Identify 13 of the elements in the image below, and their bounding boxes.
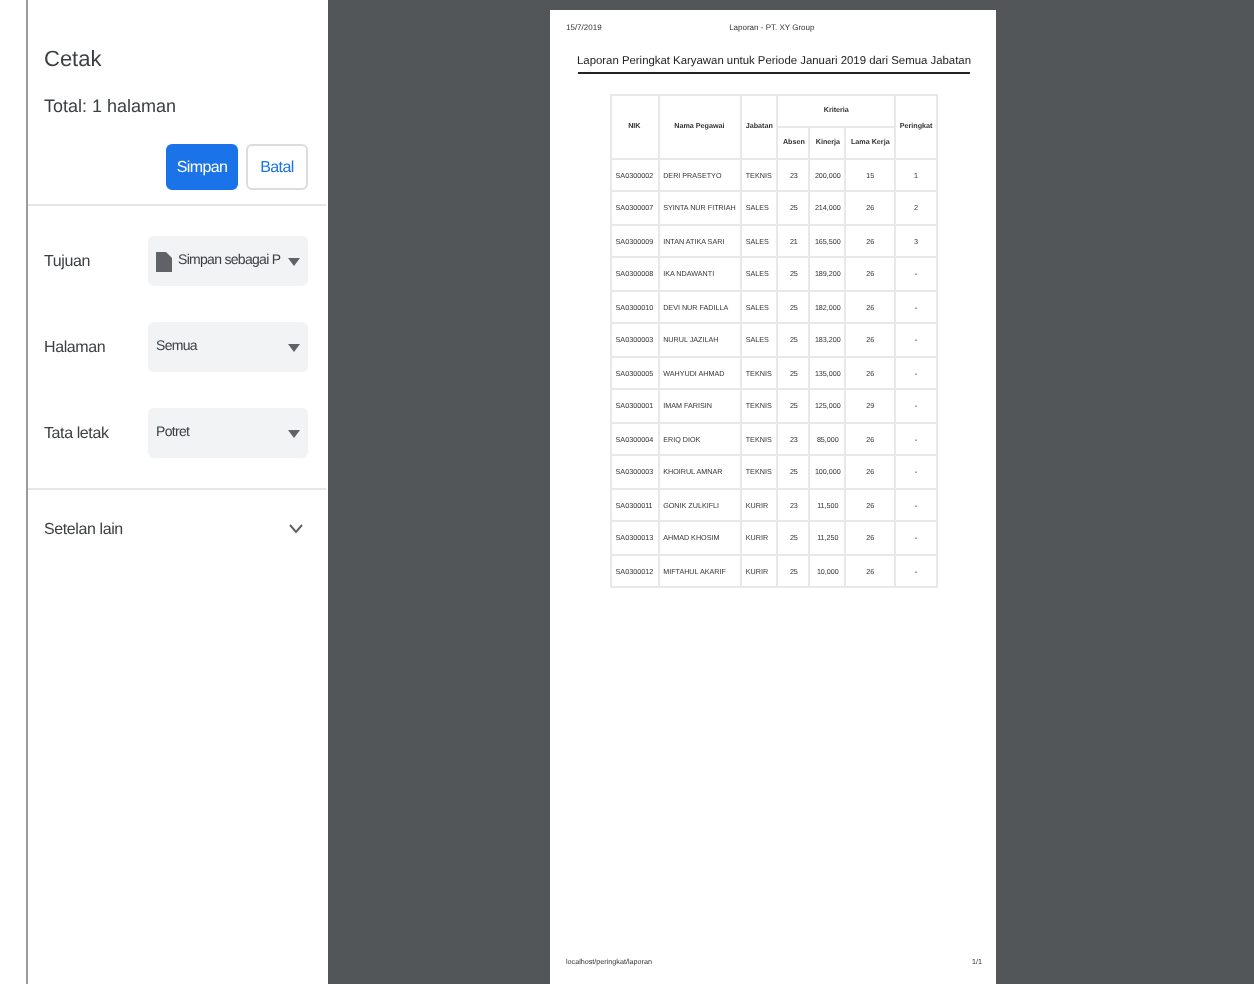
page-count: Total: 1 halaman bbox=[44, 96, 179, 116]
setting-label: Tata letak bbox=[44, 424, 111, 442]
caret-icon bbox=[288, 429, 300, 437]
setting-label: Tujuan bbox=[44, 252, 92, 270]
caret-icon bbox=[288, 257, 300, 265]
cancel-button[interactable]: Batal bbox=[246, 144, 308, 190]
more-settings-toggle[interactable]: Setelan lain bbox=[28, 490, 326, 538]
dialog-title: Cetak bbox=[44, 48, 104, 72]
setting-label: Halaman bbox=[44, 338, 108, 356]
document-icon bbox=[156, 251, 172, 271]
save-button[interactable]: Simpan bbox=[166, 144, 238, 190]
caret-icon bbox=[288, 343, 300, 351]
chevron-icon bbox=[288, 524, 304, 534]
